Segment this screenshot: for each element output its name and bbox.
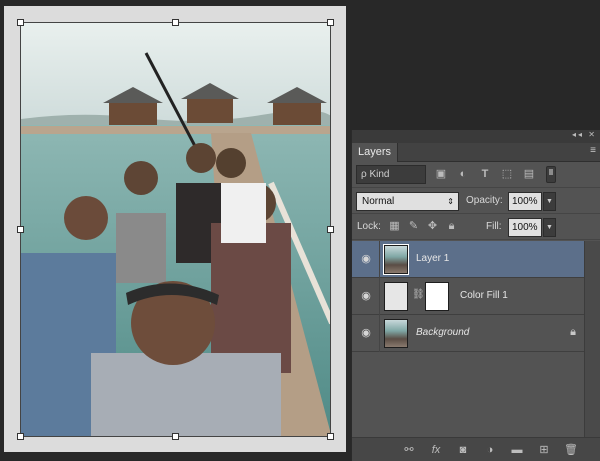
divider — [379, 241, 380, 278]
panel-header-strip: ◂◂ ✕ — [352, 130, 600, 143]
transform-handle-middle-right[interactable] — [327, 226, 334, 233]
panel-tab-bar: Layers ≡ — [352, 143, 600, 162]
opacity-label: Opacity: — [466, 195, 503, 206]
blend-mode-select[interactable]: Normal ⇕ — [356, 192, 459, 211]
transform-handle-bottom-center[interactable] — [172, 433, 179, 440]
fx-icon[interactable]: fx — [429, 443, 443, 457]
link-layers-icon[interactable]: ⚯ — [402, 443, 416, 457]
fill-label: Fill: — [486, 221, 502, 232]
layers-bottom-bar: ⚯ fx ◙ ◑ ▬ ⊞ 🗑︎ — [352, 437, 600, 461]
layers-scrollbar[interactable] — [584, 241, 600, 437]
adjustment-filter-icon[interactable]: ◐ — [456, 167, 470, 181]
divider — [379, 278, 380, 315]
mask-thumbnail[interactable] — [425, 282, 449, 311]
layer-row-background[interactable]: ◉ Background 🔒︎ — [352, 315, 584, 352]
layer-row-color-fill-1[interactable]: ◉ ⛓ Color Fill 1 — [352, 278, 584, 315]
opacity-slider-dropdown[interactable]: ▼ — [543, 192, 556, 211]
layer-thumbnail[interactable] — [383, 244, 409, 275]
group-selfie-photo — [21, 23, 330, 436]
add-mask-icon[interactable]: ◙ — [456, 443, 470, 457]
lock-all-icon[interactable]: 🔒︎ — [445, 220, 458, 233]
transform-handle-top-left[interactable] — [17, 19, 24, 26]
blend-mode-value: Normal — [362, 196, 395, 207]
lock-transparent-pixels-icon[interactable]: ▦ — [388, 220, 401, 233]
tab-layers[interactable]: Layers — [352, 143, 399, 162]
adjustment-layer-icon[interactable]: ◑ — [483, 443, 497, 457]
layer-thumbnail[interactable] — [384, 319, 408, 348]
panel-menu-icon[interactable]: ≡ — [590, 145, 596, 156]
blend-row: Normal ⇕ Opacity: 100% ▼ — [352, 188, 600, 214]
eye-visibility-icon[interactable]: ◉ — [359, 253, 373, 265]
filter-toggle-switch[interactable] — [546, 166, 556, 183]
smart-object-filter-icon[interactable]: ▤ — [522, 167, 536, 181]
eye-visibility-icon[interactable]: ◉ — [359, 290, 373, 302]
transform-handle-top-right[interactable] — [327, 19, 334, 26]
fill-slider-dropdown[interactable]: ▼ — [543, 218, 556, 237]
transform-handle-bottom-right[interactable] — [327, 433, 334, 440]
transform-handle-middle-left[interactable] — [17, 226, 24, 233]
layer-name[interactable]: Background — [416, 327, 469, 338]
new-group-icon[interactable]: ▬ — [510, 443, 524, 457]
lock-icon: 🔒︎ — [570, 326, 576, 338]
opacity-input[interactable]: 100% — [508, 192, 542, 211]
type-filter-icon[interactable]: T — [478, 167, 492, 181]
lock-row: Lock: ▦ ✎ ✥ 🔒︎ Fill: 100% ▼ — [352, 214, 600, 240]
layer-name[interactable]: Layer 1 — [416, 253, 449, 264]
chain-link-icon[interactable]: ⛓ — [412, 289, 425, 300]
lock-label: Lock: — [357, 221, 381, 232]
divider — [379, 315, 380, 352]
canvas-area — [0, 0, 346, 461]
lock-position-icon[interactable]: ✥ — [426, 220, 439, 233]
transform-handle-bottom-left[interactable] — [17, 433, 24, 440]
layers-panel: ◂◂ ✕ Layers ≡ ρ Kind ▣ ◐ T ⬚ ▤ Normal ⇕ … — [351, 130, 600, 461]
layer-photo[interactable] — [20, 22, 331, 437]
layer-name[interactable]: Color Fill 1 — [460, 290, 508, 301]
collapse-close-icons[interactable]: ◂◂ ✕ — [572, 130, 597, 139]
chevron-updown-icon: ⇕ — [447, 197, 454, 206]
eye-visibility-icon[interactable]: ◉ — [359, 327, 373, 339]
layer-row-layer-1[interactable]: ◉ Layer 1 — [352, 241, 584, 278]
fill-thumbnail[interactable] — [384, 282, 408, 311]
lock-image-pixels-icon[interactable]: ✎ — [407, 220, 420, 233]
fill-input[interactable]: 100% — [508, 218, 542, 237]
transform-handle-top-center[interactable] — [172, 19, 179, 26]
shape-filter-icon[interactable]: ⬚ — [500, 167, 514, 181]
kind-filter-select[interactable]: ρ Kind — [356, 165, 426, 184]
trash-icon[interactable]: 🗑︎ — [564, 443, 578, 457]
new-layer-icon[interactable]: ⊞ — [537, 443, 551, 457]
image-filter-icon[interactable]: ▣ — [434, 167, 448, 181]
filter-row: ρ Kind ▣ ◐ T ⬚ ▤ — [352, 162, 600, 188]
